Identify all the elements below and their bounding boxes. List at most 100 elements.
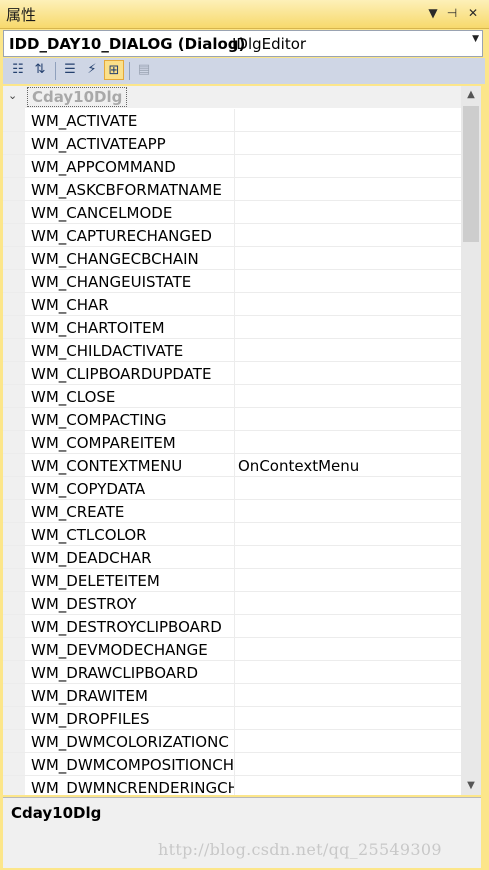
column-divider	[234, 178, 235, 201]
window-title: 属性	[6, 6, 37, 24]
events-icon[interactable]: ⚡	[82, 60, 102, 80]
message-row[interactable]: WM_APPCOMMAND	[3, 155, 461, 178]
message-row[interactable]: WM_DESTROY	[3, 592, 461, 615]
column-divider	[234, 316, 235, 339]
column-divider	[234, 385, 235, 408]
property-pages-icon[interactable]: ▤	[134, 60, 154, 80]
message-name: WM_CHAR	[31, 296, 109, 314]
message-row[interactable]: WM_DEADCHAR	[3, 546, 461, 569]
message-row[interactable]: WM_CHAR	[3, 293, 461, 316]
object-selector-combo[interactable]: IDD_DAY10_DIALOG (Dialog) IDlgEditor ▼	[3, 30, 483, 57]
message-name: WM_CAPTURECHANGED	[31, 227, 212, 245]
message-row[interactable]: WM_CHARTOITEM	[3, 316, 461, 339]
message-row[interactable]: WM_COMPACTING	[3, 408, 461, 431]
properties-icon[interactable]: ☰	[60, 60, 80, 80]
message-name: WM_DEVMODECHANGE	[31, 641, 208, 659]
message-name: WM_DRAWITEM	[31, 687, 148, 705]
message-row[interactable]: WM_DROPFILES	[3, 707, 461, 730]
column-divider	[234, 339, 235, 362]
message-name: WM_DESTROY	[31, 595, 137, 613]
collapse-icon[interactable]: ⌄	[8, 89, 17, 102]
message-row[interactable]: WM_COPYDATA	[3, 477, 461, 500]
column-divider	[234, 638, 235, 661]
object-type: IDlgEditor	[232, 35, 307, 53]
message-row[interactable]: WM_DEVMODECHANGE	[3, 638, 461, 661]
categorized-icon[interactable]: ☷	[8, 60, 28, 80]
column-divider	[234, 270, 235, 293]
description-title: Cday10Dlg	[11, 804, 102, 822]
column-divider	[234, 546, 235, 569]
column-divider	[234, 247, 235, 270]
auto-hide-pin-icon[interactable]: ⊣	[444, 5, 460, 21]
message-name: WM_DWMCOMPOSITIONCH	[31, 756, 234, 774]
message-row[interactable]: WM_CREATE	[3, 500, 461, 523]
message-row[interactable]: WM_DRAWCLIPBOARD	[3, 661, 461, 684]
message-row[interactable]: WM_ACTIVATEAPP	[3, 132, 461, 155]
alphabetical-icon[interactable]: ⇅	[30, 60, 50, 80]
column-divider	[234, 477, 235, 500]
message-row[interactable]: WM_ACTIVATE	[3, 109, 461, 132]
message-row[interactable]: WM_DWMCOLORIZATIONC	[3, 730, 461, 753]
message-name: WM_CONTEXTMENU	[31, 457, 183, 475]
watermark: http://blog.csdn.net/qq_25549309	[158, 840, 442, 859]
column-divider	[234, 224, 235, 247]
toolbar-separator	[129, 62, 130, 80]
message-row[interactable]: WM_CLIPBOARDUPDATE	[3, 362, 461, 385]
message-name: WM_CANCELMODE	[31, 204, 173, 222]
category-row[interactable]: ⌄ Cday10Dlg	[3, 86, 461, 108]
message-name: WM_ACTIVATEAPP	[31, 135, 166, 153]
message-name: WM_COPYDATA	[31, 480, 146, 498]
message-row[interactable]: WM_CTLCOLOR	[3, 523, 461, 546]
message-row[interactable]: WM_DRAWITEM	[3, 684, 461, 707]
message-name: WM_CHILDACTIVATE	[31, 342, 184, 360]
message-name: WM_DWMCOLORIZATIONC	[31, 733, 229, 751]
message-row[interactable]: WM_CHANGECBCHAIN	[3, 247, 461, 270]
message-name: WM_ACTIVATE	[31, 112, 138, 130]
message-row[interactable]: WM_CHILDACTIVATE	[3, 339, 461, 362]
chevron-down-icon[interactable]: ▼	[472, 34, 479, 44]
message-row[interactable]: WM_ASKCBFORMATNAME	[3, 178, 461, 201]
column-divider	[234, 454, 235, 477]
message-row[interactable]: WM_DWMNCRENDERINGCH	[3, 776, 461, 795]
messages-icon[interactable]: ⊞	[104, 60, 124, 80]
message-handler[interactable]: OnContextMenu	[238, 457, 359, 475]
message-name: WM_DEADCHAR	[31, 549, 152, 567]
message-name: WM_DWMNCRENDERINGCH	[31, 779, 234, 795]
close-icon[interactable]: ✕	[465, 5, 481, 21]
message-name: WM_CLOSE	[31, 388, 116, 406]
column-divider	[234, 661, 235, 684]
column-divider	[234, 523, 235, 546]
property-grid: ⌄ Cday10Dlg WM_ACTIVATE WM_ACTIVATEAPP WM_…	[3, 86, 461, 795]
message-row[interactable]: WM_CONTEXTMENU OnContextMenu	[3, 454, 461, 477]
column-divider	[234, 109, 235, 132]
message-row[interactable]: WM_DESTROYCLIPBOARD	[3, 615, 461, 638]
message-row[interactable]: WM_CAPTURECHANGED	[3, 224, 461, 247]
window-position-dropdown-icon[interactable]: ▼	[425, 5, 441, 21]
column-divider	[234, 615, 235, 638]
column-divider	[234, 776, 235, 795]
scroll-down-icon[interactable]: ▼	[461, 777, 481, 795]
properties-toolbar: ☷ ⇅ ☰ ⚡ ⊞ ▤	[3, 58, 485, 84]
message-name: WM_CREATE	[31, 503, 125, 521]
message-row[interactable]: WM_DELETEITEM	[3, 569, 461, 592]
column-divider	[234, 684, 235, 707]
object-name: IDD_DAY10_DIALOG (Dialog)	[9, 35, 246, 53]
column-divider	[234, 201, 235, 224]
vertical-scrollbar[interactable]: ▲ ▼	[461, 86, 481, 795]
column-divider	[234, 500, 235, 523]
message-row[interactable]: WM_COMPAREITEM	[3, 431, 461, 454]
column-divider	[234, 132, 235, 155]
title-bar[interactable]: 属性 ▼ ⊣ ✕	[0, 0, 489, 29]
column-divider	[234, 730, 235, 753]
message-name: WM_ASKCBFORMATNAME	[31, 181, 222, 199]
toolbar-separator	[55, 62, 56, 80]
message-row[interactable]: WM_CHANGEUISTATE	[3, 270, 461, 293]
message-row[interactable]: WM_DWMCOMPOSITIONCH	[3, 753, 461, 776]
properties-window: 属性 ▼ ⊣ ✕ IDD_DAY10_DIALOG (Dialog) IDlgE…	[0, 0, 489, 870]
message-row[interactable]: WM_CLOSE	[3, 385, 461, 408]
message-name: WM_CLIPBOARDUPDATE	[31, 365, 212, 383]
message-name: WM_COMPACTING	[31, 411, 167, 429]
scroll-thumb[interactable]	[463, 106, 479, 242]
scroll-up-icon[interactable]: ▲	[461, 86, 481, 104]
message-row[interactable]: WM_CANCELMODE	[3, 201, 461, 224]
